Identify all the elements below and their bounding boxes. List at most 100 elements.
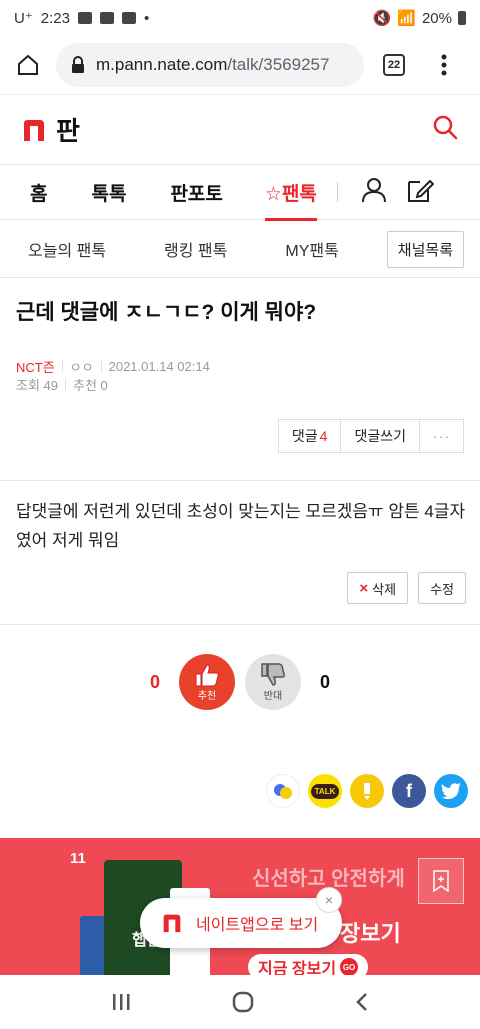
meta-divider	[61, 361, 63, 372]
subnav-ranking-fantalk[interactable]: 랭킹 팬톡	[164, 237, 227, 261]
home-icon	[18, 54, 38, 75]
youtube-notification-icon	[121, 12, 136, 24]
site-brand: 판	[56, 116, 80, 146]
upvote-button[interactable]: 추천	[179, 654, 235, 710]
nate-share-button[interactable]	[266, 774, 300, 808]
share-buttons: TALK f	[266, 774, 468, 808]
nate-icon	[274, 784, 292, 799]
write-comment-button[interactable]: 댓글쓰기	[341, 420, 420, 452]
site-header: 판	[0, 94, 480, 164]
comments-button[interactable]: 댓글 4	[279, 420, 342, 452]
kebab-menu-icon	[441, 54, 447, 76]
channel-name[interactable]: NCT즌	[16, 357, 55, 376]
my-account-button[interactable]	[361, 177, 386, 208]
nate-n-logo-icon	[163, 914, 181, 933]
thumbs-down-icon	[261, 662, 285, 686]
nav-fantalk[interactable]: ☆팬톡	[251, 164, 331, 221]
main-nav: 홈 톡톡 판포토 ☆팬톡	[0, 164, 480, 221]
close-app-banner-button[interactable]: ×	[316, 887, 342, 913]
comments-label: 댓글	[291, 428, 318, 444]
write-icon	[407, 179, 435, 202]
mute-icon: 🔇	[372, 10, 392, 27]
write-post-button[interactable]	[406, 176, 435, 209]
meta-divider	[100, 361, 102, 372]
system-nav-bar	[0, 975, 480, 1029]
divider	[0, 624, 480, 625]
subnav-my-fantalk[interactable]: MY팬톡	[285, 237, 338, 261]
article-title: 근데 댓글에 ㅈㄴㄱㄷ? 이게 뭐야?	[16, 301, 317, 324]
edit-button[interactable]: 수정	[418, 572, 466, 604]
carrier-label: U⁺	[14, 10, 33, 27]
upvote-label: 추천	[197, 690, 217, 702]
divider	[0, 480, 480, 481]
downvote-label: 반대	[263, 690, 283, 702]
more-options-button[interactable]: ···	[420, 420, 463, 452]
status-bar: U⁺ 2:23 • 🔇 📶 20%	[0, 0, 480, 36]
nate-n-logo-icon	[24, 119, 44, 141]
delete-label: 삭제	[372, 581, 397, 597]
facebook-share-button[interactable]: f	[392, 774, 426, 808]
url-host: m.pann.nate.com	[96, 55, 228, 74]
search-icon	[433, 115, 458, 140]
clock: 2:23	[40, 9, 70, 27]
channel-list-button[interactable]: 채널목록	[386, 230, 464, 268]
browser-menu-button[interactable]	[424, 54, 464, 76]
more-notifications-icon: •	[143, 9, 150, 27]
delete-icon: ×	[359, 579, 369, 597]
home-nav-icon[interactable]	[232, 991, 254, 1013]
ad-headline: 장보기	[340, 921, 401, 946]
tabs-button[interactable]: 22	[364, 54, 424, 76]
nav-divider	[336, 182, 338, 202]
sub-nav: 오늘의 팬톡 랭킹 팬톡 MY팬톡 채널목록	[0, 221, 480, 278]
back-icon[interactable]	[355, 992, 369, 1012]
nav-pannphoto[interactable]: 판포토	[156, 164, 250, 220]
owner-actions: × 삭제 수정	[347, 572, 466, 604]
kakaotalk-share-button[interactable]: TALK	[308, 774, 342, 808]
facebook-icon: f	[406, 780, 412, 801]
ad-cta-label: 지금 장보기	[258, 961, 337, 975]
open-in-app-label: 네이트앱으로 보기	[196, 917, 319, 934]
recent-apps-icon[interactable]	[111, 993, 131, 1011]
browser-toolbar: m.pann.nate.com/talk/3569257 22	[0, 36, 480, 94]
subnav-today-fantalk[interactable]: 오늘의 팬톡	[28, 237, 106, 261]
search-button[interactable]	[432, 114, 458, 145]
recommend-count: 추천 0	[73, 378, 108, 393]
upvote-count: 0	[149, 671, 160, 692]
kakaotalk-icon: TALK	[310, 783, 340, 799]
tab-count: 22	[383, 54, 405, 76]
talk-notification-icon	[77, 12, 92, 24]
article-body: 답댓글에 저런게 있던데 초성이 맞는지는 모르겠음ㅠ 암튼 4글자였어 저게 …	[16, 502, 466, 550]
twitter-icon	[441, 783, 461, 799]
address-bar[interactable]: m.pann.nate.com/talk/3569257	[56, 43, 364, 87]
thumbs-up-icon	[195, 663, 219, 686]
kakaostory-share-button[interactable]	[350, 774, 384, 808]
delete-button[interactable]: × 삭제	[347, 572, 409, 604]
view-count: 조회 49	[16, 378, 58, 393]
battery-percent: 20%	[421, 9, 452, 27]
downvote-count: 0	[320, 671, 331, 692]
user-icon	[361, 177, 386, 202]
home-button[interactable]	[0, 36, 56, 94]
site-logo[interactable]: 판	[22, 111, 80, 148]
writer-name: ㅇㅇ	[69, 360, 94, 375]
ad-cta-button[interactable]: 지금 장보기 GO	[248, 954, 369, 975]
lock-icon	[72, 56, 84, 73]
ad-brand: 11	[70, 850, 86, 867]
image-notification-icon	[99, 12, 114, 24]
nav-toktok[interactable]: 톡톡	[77, 164, 156, 220]
nav-home[interactable]: 홈	[0, 164, 77, 220]
ad-cta-go: GO	[340, 958, 359, 975]
url-path: /talk/3569257	[227, 55, 330, 74]
twitter-share-button[interactable]	[434, 774, 468, 808]
vote-area: 0 추천 반대 0	[0, 654, 480, 710]
post-date: 2021.01.14 02:14	[108, 359, 210, 374]
comments-count: 4	[319, 428, 328, 444]
open-in-app-button[interactable]: 네이트앱으로 보기	[140, 898, 342, 948]
bookmark-button[interactable]	[418, 858, 464, 904]
meta-divider	[65, 379, 66, 390]
wifi-icon: 📶	[397, 10, 416, 27]
article-actions: 댓글 4 댓글쓰기 ···	[277, 419, 464, 453]
bookmark-plus-icon	[433, 870, 449, 892]
downvote-button[interactable]: 반대	[245, 654, 301, 710]
battery-icon	[458, 11, 466, 25]
